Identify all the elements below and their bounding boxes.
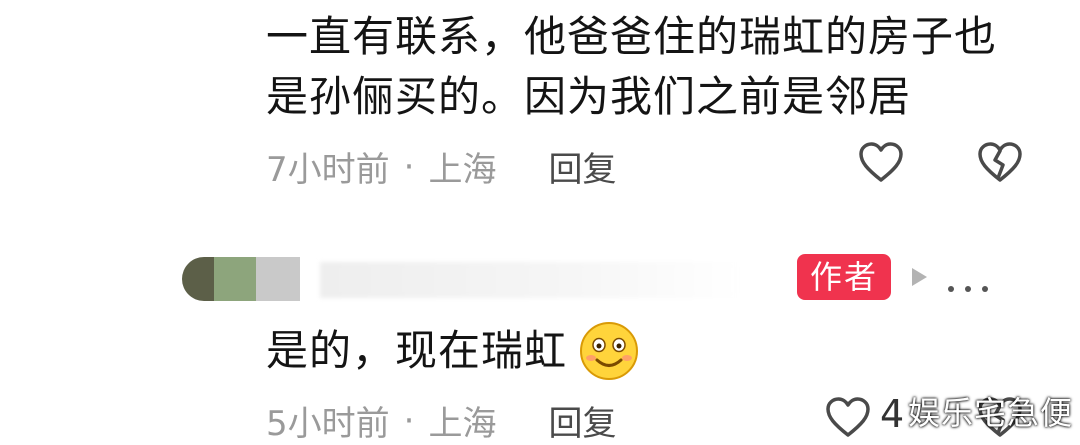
comment-text-line: 是的，现在瑞虹 [266, 326, 568, 375]
reply-button[interactable]: 回复 [548, 396, 616, 445]
comment-text-line: 一直有联系，他爸爸住的瑞虹的房子也 [266, 12, 998, 61]
comment-meta: 7小时前 · 上海 回复 [266, 142, 616, 191]
dislike-broken-heart-icon[interactable] [975, 140, 1025, 184]
like-heart-icon[interactable] [857, 140, 905, 184]
author-badge: 作者 [797, 254, 891, 300]
more-options-icon[interactable] [946, 284, 990, 294]
meta-separator: · [403, 146, 415, 187]
comment-location: 上海 [428, 404, 497, 444]
comment-location: 上海 [428, 150, 497, 190]
avatar[interactable] [182, 257, 300, 301]
comment-time: 7小时前 [266, 150, 390, 190]
comment-meta: 5小时前 · 上海 回复 [266, 396, 616, 445]
like-heart-icon[interactable] [824, 395, 872, 439]
play-arrow-icon [912, 268, 927, 286]
comment-text-line: 是孙俪买的。因为我们之前是邻居 [266, 72, 912, 121]
reply-button[interactable]: 回复 [548, 142, 616, 191]
comment-time: 5小时前 [266, 404, 390, 444]
author-name[interactable] [320, 262, 740, 298]
smiling-face-emoji-icon [580, 322, 638, 380]
watermark: 娱乐宅急便 [908, 394, 1074, 432]
like-count: 4 [880, 392, 905, 436]
meta-separator: · [403, 400, 415, 441]
